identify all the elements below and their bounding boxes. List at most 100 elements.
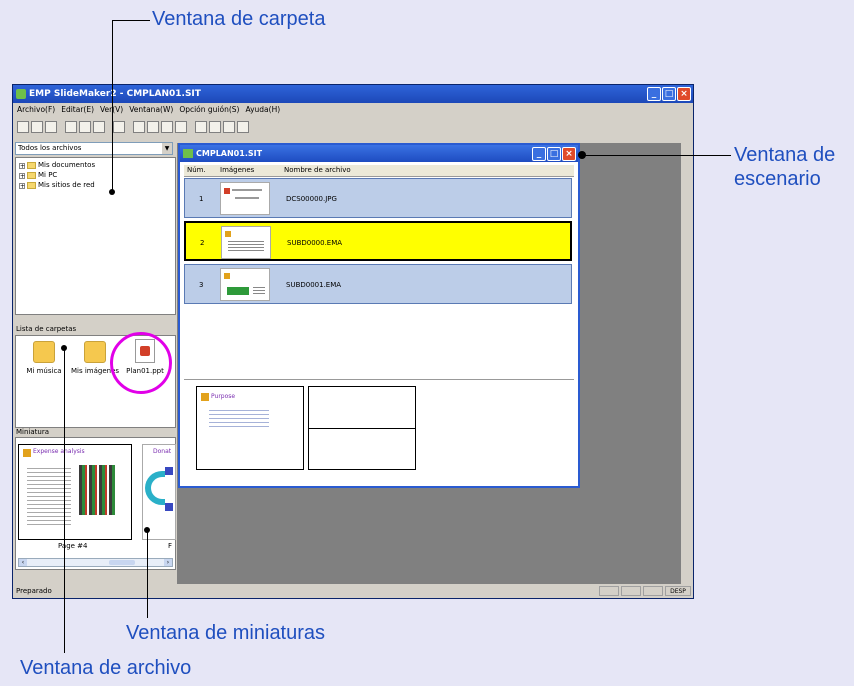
computer-icon [27,172,36,179]
horizontal-scrollbar[interactable]: ‹ › [18,558,173,567]
table-row[interactable]: 2 SUBD0000.EMA [184,221,572,261]
leader-dot [109,189,115,195]
scenario-minimize-button[interactable]: _ [532,147,546,161]
thumbnail-title: Expense analysis [33,448,85,455]
status-cell-1 [599,586,619,596]
expand-icon[interactable]: + [19,162,25,169]
row-number: 1 [199,195,204,203]
thumbnail-window: Expense analysis Donat Page #4 F ‹ › [15,437,176,570]
thumbnail-pane-label: Miniatura [16,428,50,436]
scroll-right-icon[interactable]: › [164,559,172,566]
paste-icon[interactable] [93,121,105,133]
scenario-maximize-button[interactable]: □ [547,147,561,161]
row-number: 3 [199,281,204,289]
callout-folder-window: Ventana de carpeta [152,8,326,30]
menu-archivo[interactable]: Archivo(F) [17,103,55,117]
callout-scenario-window: Ventana de [734,144,836,166]
print-icon[interactable] [113,121,125,133]
tree-item-mis-sitios-de-red[interactable]: + Mis sitios de red [19,181,95,190]
chevron-down-icon[interactable]: ▼ [162,143,172,154]
new-icon[interactable] [17,121,29,133]
tree-label: Mis sitios de red [38,181,95,189]
help-icon[interactable] [237,121,249,133]
column-header-num[interactable]: Núm. [187,165,206,176]
network-icon [27,182,36,189]
minimize-button[interactable]: _ [647,87,661,101]
thumbnail-title: Donat [153,448,172,455]
tree-label: Mi PC [38,171,58,179]
scenario-icon [183,149,193,158]
callout-file-window: Ventana de archivo [20,657,192,679]
expand-icon[interactable]: + [19,172,25,179]
bar-chart-image [79,465,115,515]
callout-scenario-window-2: escenario [734,168,821,190]
leader-dot [578,151,586,159]
copy-icon[interactable] [79,121,91,133]
open-icon[interactable] [31,121,43,133]
slide-preview: Purpose [196,386,304,470]
table-row[interactable]: 1 DCS00000.JPG [184,178,572,218]
title-bar: EMP SlideMaker2 - CMPLAN01.SIT _ □ × [13,85,693,103]
menu-ayuda[interactable]: Ayuda(H) [245,103,280,117]
column-header-images[interactable]: Imágenes [220,165,254,176]
slide-thumbnail [220,268,270,301]
slide-thumbnail [221,226,271,259]
scenario-close-button[interactable]: × [562,147,576,161]
status-bar: Preparado DESP [13,584,693,598]
cut-icon[interactable] [65,121,77,133]
large-icons-icon[interactable] [133,121,145,133]
scenario-window: CMPLAN01.SIT _ □ × Núm. Imágenes Nombre … [178,143,580,488]
slide-thumbnail [220,182,270,215]
window-title: EMP SlideMaker2 - CMPLAN01.SIT [29,89,201,99]
status-text: Preparado [16,587,52,595]
preview-title: Purpose [211,393,236,400]
screen-icon[interactable] [195,121,207,133]
tree-item-mi-pc[interactable]: + Mi PC [19,171,57,180]
menu-ventana[interactable]: Ventana(W) [129,103,173,117]
folder-icon [84,341,106,363]
scenario-table-header: Núm. Imágenes Nombre de archivo [184,165,574,177]
thumbnail-page-label: Page #4 [58,542,88,550]
send-icon[interactable] [223,121,235,133]
tree-item-mis-documentos[interactable]: + Mis documentos [19,161,95,170]
column-header-filename[interactable]: Nombre de archivo [284,165,351,176]
status-cell-2 [621,586,641,596]
highlight-circle [110,332,172,394]
leader-line [147,530,148,618]
menu-opcion-guion[interactable]: Opción guión(S) [179,103,239,117]
save-icon[interactable] [45,121,57,133]
row-number: 2 [200,239,205,247]
row-filename: DCS00000.JPG [286,195,337,203]
tree-label: Mis documentos [38,161,96,169]
scenario-icon[interactable] [209,121,221,133]
thumbnail-slide-1[interactable]: Expense analysis [18,444,132,540]
status-cell-3 [643,586,663,596]
expand-icon[interactable]: + [19,182,25,189]
close-button[interactable]: × [677,87,691,101]
menu-editar[interactable]: Editar(E) [61,103,94,117]
leader-line [112,20,150,21]
row-filename: SUBD0001.EMA [286,281,342,289]
leader-dot [61,345,67,351]
thumbnail-slide-2[interactable]: Donat [142,444,176,540]
row-filename: SUBD0000.EMA [287,239,343,247]
slide-preview-area: Purpose [184,379,574,480]
callout-thumbnail-window: Ventana de miniaturas [126,622,326,644]
small-icons-icon[interactable] [147,121,159,133]
list-view-icon[interactable] [161,121,173,133]
leader-dot [144,527,150,533]
folder-filter-select[interactable]: Todos los archivos ▼ [15,142,173,155]
scroll-thumb[interactable] [109,560,135,565]
leader-line [64,348,65,653]
status-indicator: DESP [665,586,691,596]
leader-line [112,20,113,192]
app-icon [16,89,26,99]
maximize-button[interactable]: □ [662,87,676,101]
table-row[interactable]: 3 SUBD0001.EMA [184,264,572,304]
menu-bar: Archivo(F) Editar(E) Ver(V) Ventana(W) O… [13,103,693,117]
folder-filter-value: Todos los archivos [18,144,82,152]
file-pane-label: Lista de carpetas [16,325,77,333]
scroll-left-icon[interactable]: ‹ [19,559,27,566]
details-view-icon[interactable] [175,121,187,133]
file-label: Mi música [26,367,62,375]
